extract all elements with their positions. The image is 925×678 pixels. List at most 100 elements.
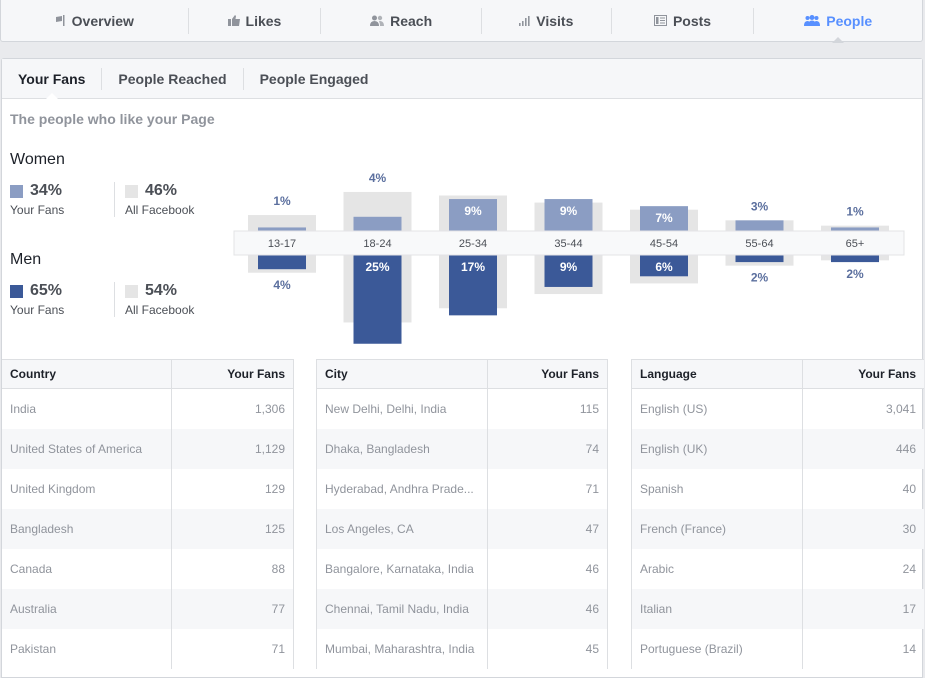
women-value-label: 7%: [655, 211, 673, 225]
row-value: 47: [585, 522, 599, 536]
nav-tab-visits[interactable]: Visits: [482, 7, 612, 34]
row-name: New Delhi, Delhi, India: [317, 389, 488, 429]
nav-tab-posts[interactable]: Posts: [612, 7, 755, 34]
women-value-label: 3%: [751, 199, 769, 213]
men-value-label: 4%: [273, 278, 291, 292]
age-tick-label: 25-34: [459, 238, 487, 250]
age-tick-label: 45-54: [650, 238, 678, 250]
row-value: 88: [271, 562, 285, 576]
row-name: United Kingdom: [2, 469, 172, 509]
table-row: Mumbai, Maharashtra, India 45: [317, 629, 607, 669]
men-value-label: 17%: [461, 260, 485, 274]
row-value: 77: [271, 602, 285, 616]
nav-tab-overview[interactable]: Overview: [1, 7, 189, 34]
row-value: 446: [895, 442, 916, 456]
row-value: 46: [585, 562, 599, 576]
row-name: Portuguese (Brazil): [632, 629, 803, 669]
row-value: 71: [271, 642, 285, 656]
nav-tab-label: Posts: [672, 12, 712, 29]
bar-men-fans: [735, 255, 784, 263]
row-name: English (UK): [632, 429, 803, 469]
table-header: City Your Fans: [317, 360, 607, 389]
bar-signal-icon: [519, 15, 530, 26]
column-header[interactable]: City: [317, 360, 488, 388]
column-header[interactable]: Your Fans: [803, 360, 924, 388]
bar-men-fans: [831, 255, 879, 263]
row-value: 125: [264, 522, 285, 536]
men-value-label: 2%: [751, 271, 769, 285]
row-value: 3,041: [885, 402, 916, 416]
row-value: 115: [579, 402, 599, 416]
row-value: 46: [585, 602, 599, 616]
flag-icon: [55, 15, 66, 26]
men-value-label: 2%: [846, 267, 864, 281]
men-value-label: 6%: [655, 260, 673, 274]
group-icon: [804, 15, 821, 26]
row-name: Canada: [2, 549, 172, 589]
table-row: United States of America 1,129: [2, 429, 293, 469]
table-header: Language Your Fans: [632, 360, 924, 389]
column-header[interactable]: Your Fans: [488, 360, 607, 388]
table-row: Los Angeles, CA 47: [317, 509, 607, 549]
row-name: Australia: [2, 589, 172, 629]
nav-tab-likes[interactable]: Likes: [189, 7, 322, 34]
row-value: 14: [902, 642, 916, 656]
column-header[interactable]: Country: [2, 360, 172, 388]
top-nav: Overview Likes Reach Visits Posts People: [0, 0, 923, 43]
row-name: Arabic: [632, 549, 803, 589]
people-panel: Your Fans People Reached People Engaged …: [1, 58, 924, 678]
nav-tab-people[interactable]: People: [754, 8, 922, 43]
age-tick-label: 18-24: [363, 238, 391, 250]
table-row: New Delhi, Delhi, India 115: [317, 389, 607, 429]
women-value-label: 9%: [560, 204, 578, 218]
row-value: 40: [902, 482, 916, 496]
row-name: Italian: [632, 589, 803, 629]
table-row: India 1,306: [2, 389, 293, 429]
table-row: English (US) 3,041: [632, 389, 924, 429]
table-row: Chennai, Tamil Nadu, India 46: [317, 589, 607, 629]
nav-tab-label: Likes: [245, 12, 282, 29]
nav-tab-reach[interactable]: Reach: [321, 7, 482, 34]
table-row: French (France) 30: [632, 509, 924, 549]
row-value: 1,129: [254, 442, 285, 456]
age-tick-label: 65+: [846, 238, 865, 250]
row-name: English (US): [632, 389, 803, 429]
column-header[interactable]: Language: [632, 360, 803, 388]
row-value: 30: [902, 522, 916, 536]
table-row: United Kingdom 129: [2, 469, 293, 509]
age-tick-label: 55-64: [745, 238, 773, 250]
nav-tab-label: People: [826, 12, 873, 29]
women-value-label: 4%: [369, 171, 387, 185]
bar-women-fans: [831, 227, 879, 231]
thumbs-up-icon: [227, 15, 240, 26]
table-row: Bangladesh 125: [2, 509, 293, 549]
bar-women-fans: [353, 216, 402, 231]
row-name: Bangladesh: [2, 509, 172, 549]
row-name: Dhaka, Bangladesh: [317, 429, 488, 469]
row-name: Chennai, Tamil Nadu, India: [317, 589, 488, 629]
nav-tab-label: Overview: [71, 12, 134, 29]
nav-tab-label: Visits: [536, 12, 574, 29]
country-table: Country Your Fans India 1,306 United States …: [2, 359, 294, 669]
row-value: 74: [585, 442, 599, 456]
table-row: English (UK) 446: [632, 429, 924, 469]
women-value-label: 1%: [846, 205, 864, 219]
age-tick-label: 13-17: [268, 238, 296, 250]
column-header[interactable]: Your Fans: [172, 360, 293, 388]
table-row: Hyderabad, Andhra Prade... 71: [317, 469, 607, 509]
people-icon: [370, 15, 385, 26]
table-row: Canada 88: [2, 549, 293, 589]
table-row: Italian 17: [632, 589, 924, 629]
table-row: Dhaka, Bangladesh 74: [317, 429, 607, 469]
row-value: 129: [264, 482, 285, 496]
bar-women-fans: [258, 227, 306, 231]
row-value: 1,306: [254, 402, 285, 416]
table-row: Arabic 24: [632, 549, 924, 589]
table-row: Pakistan 71: [2, 629, 293, 669]
row-name: French (France): [632, 509, 803, 549]
men-value-label: 9%: [560, 260, 578, 274]
row-name: Pakistan: [2, 629, 172, 669]
row-name: United States of America: [2, 429, 172, 469]
bar-men-fans: [258, 255, 306, 270]
table-row: Australia 77: [2, 589, 293, 629]
